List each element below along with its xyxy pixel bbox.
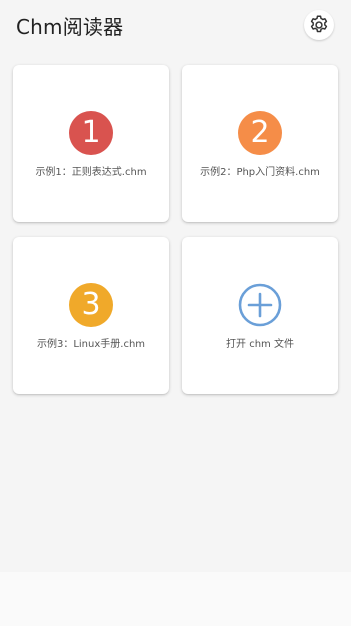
card-label: 示例1：正则表达式.chm bbox=[35, 167, 147, 178]
open-chm-file-card[interactable]: 打开 chm 文件 bbox=[182, 237, 338, 394]
bottom-area bbox=[0, 572, 351, 626]
number-three-badge: 3 bbox=[69, 283, 113, 327]
example-file-card-2[interactable]: 2 示例2：Php入门资料.chm bbox=[182, 65, 338, 222]
app-screen: Chm阅读器 1 示例1：正则表达式.chm 2 示例2：Php入门资料.chm… bbox=[0, 0, 351, 626]
number-two-badge: 2 bbox=[238, 111, 282, 155]
example-file-card-1[interactable]: 1 示例1：正则表达式.chm bbox=[13, 65, 169, 222]
gear-icon bbox=[310, 15, 328, 33]
settings-button[interactable] bbox=[304, 10, 334, 40]
card-label: 示例2：Php入门资料.chm bbox=[200, 167, 320, 178]
example-file-card-3[interactable]: 3 示例3：Linux手册.chm bbox=[13, 237, 169, 394]
app-title: Chm阅读器 bbox=[16, 15, 124, 39]
number-one-badge: 1 bbox=[69, 111, 113, 155]
card-label: 打开 chm 文件 bbox=[226, 339, 294, 350]
app-bar: Chm阅读器 bbox=[0, 0, 351, 52]
plus-circle-icon bbox=[238, 283, 282, 327]
card-label: 示例3：Linux手册.chm bbox=[36, 339, 146, 350]
